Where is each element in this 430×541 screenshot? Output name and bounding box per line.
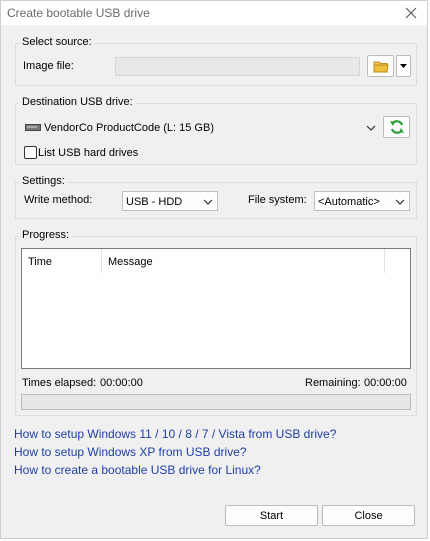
usb-drive-value: VendorCo ProductCode (L: 15 GB) <box>44 122 214 134</box>
close-button[interactable]: Close <box>322 505 415 526</box>
write-method-select[interactable]: USB - HDD <box>122 191 218 211</box>
help-link-linux[interactable]: How to create a bootable USB drive for L… <box>14 463 261 477</box>
create-usb-dialog: Create bootable USB drive Select source:… <box>0 0 428 539</box>
chevron-down-icon <box>400 63 407 68</box>
list-usb-hdd-checkbox[interactable] <box>24 146 37 159</box>
browse-menu-button[interactable] <box>396 55 411 77</box>
start-button[interactable]: Start <box>225 505 318 526</box>
title-bar: Create bootable USB drive <box>1 1 427 25</box>
list-usb-hdd-label[interactable]: List USB hard drives <box>38 147 138 159</box>
browse-button[interactable] <box>367 55 394 77</box>
destination-group: Destination USB drive: VendorCo ProductC… <box>15 96 417 165</box>
settings-legend: Settings: <box>19 175 68 187</box>
settings-group: Settings: Write method: USB - HDD File s… <box>15 175 417 219</box>
folder-icon <box>373 61 389 72</box>
write-method-label: Write method: <box>24 194 93 206</box>
refresh-icon <box>389 120 404 134</box>
chevron-down-icon <box>366 125 376 131</box>
file-system-label: File system: <box>248 194 307 206</box>
file-system-select[interactable]: <Automatic> <box>314 191 410 211</box>
column-header-message[interactable]: Message <box>102 249 385 273</box>
remaining-label: Remaining: <box>305 377 361 389</box>
help-link-windows-xp[interactable]: How to setup Windows XP from USB drive? <box>14 445 247 459</box>
usb-drive-select[interactable]: VendorCo ProductCode (L: 15 GB) <box>22 117 378 139</box>
image-file-input[interactable] <box>115 57 360 76</box>
times-elapsed-value: 00:00:00 <box>100 377 143 389</box>
window-title: Create bootable USB drive <box>7 6 150 20</box>
usb-drive-icon <box>25 124 41 131</box>
progress-legend: Progress: <box>19 229 73 241</box>
select-source-legend: Select source: <box>19 36 95 48</box>
refresh-button[interactable] <box>383 116 410 138</box>
help-link-windows-11[interactable]: How to setup Windows 11 / 10 / 8 / 7 / V… <box>14 427 336 441</box>
chevron-down-icon <box>203 199 213 205</box>
write-method-value: USB - HDD <box>126 196 183 208</box>
progress-bar <box>21 394 411 410</box>
file-system-value: <Automatic> <box>318 196 380 208</box>
times-elapsed-label: Times elapsed: <box>22 377 97 389</box>
progress-log[interactable]: Time Message <box>21 248 411 369</box>
close-icon <box>405 7 417 19</box>
progress-group: Progress: Time Message Times elapsed: 00… <box>15 229 417 416</box>
close-window-button[interactable] <box>401 3 421 23</box>
select-source-group: Select source: Image file: <box>15 36 417 86</box>
destination-legend: Destination USB drive: <box>19 96 136 108</box>
column-header-time[interactable]: Time <box>22 249 102 273</box>
remaining-value: 00:00:00 <box>364 377 407 389</box>
chevron-down-icon <box>395 199 405 205</box>
image-file-label: Image file: <box>23 60 74 72</box>
